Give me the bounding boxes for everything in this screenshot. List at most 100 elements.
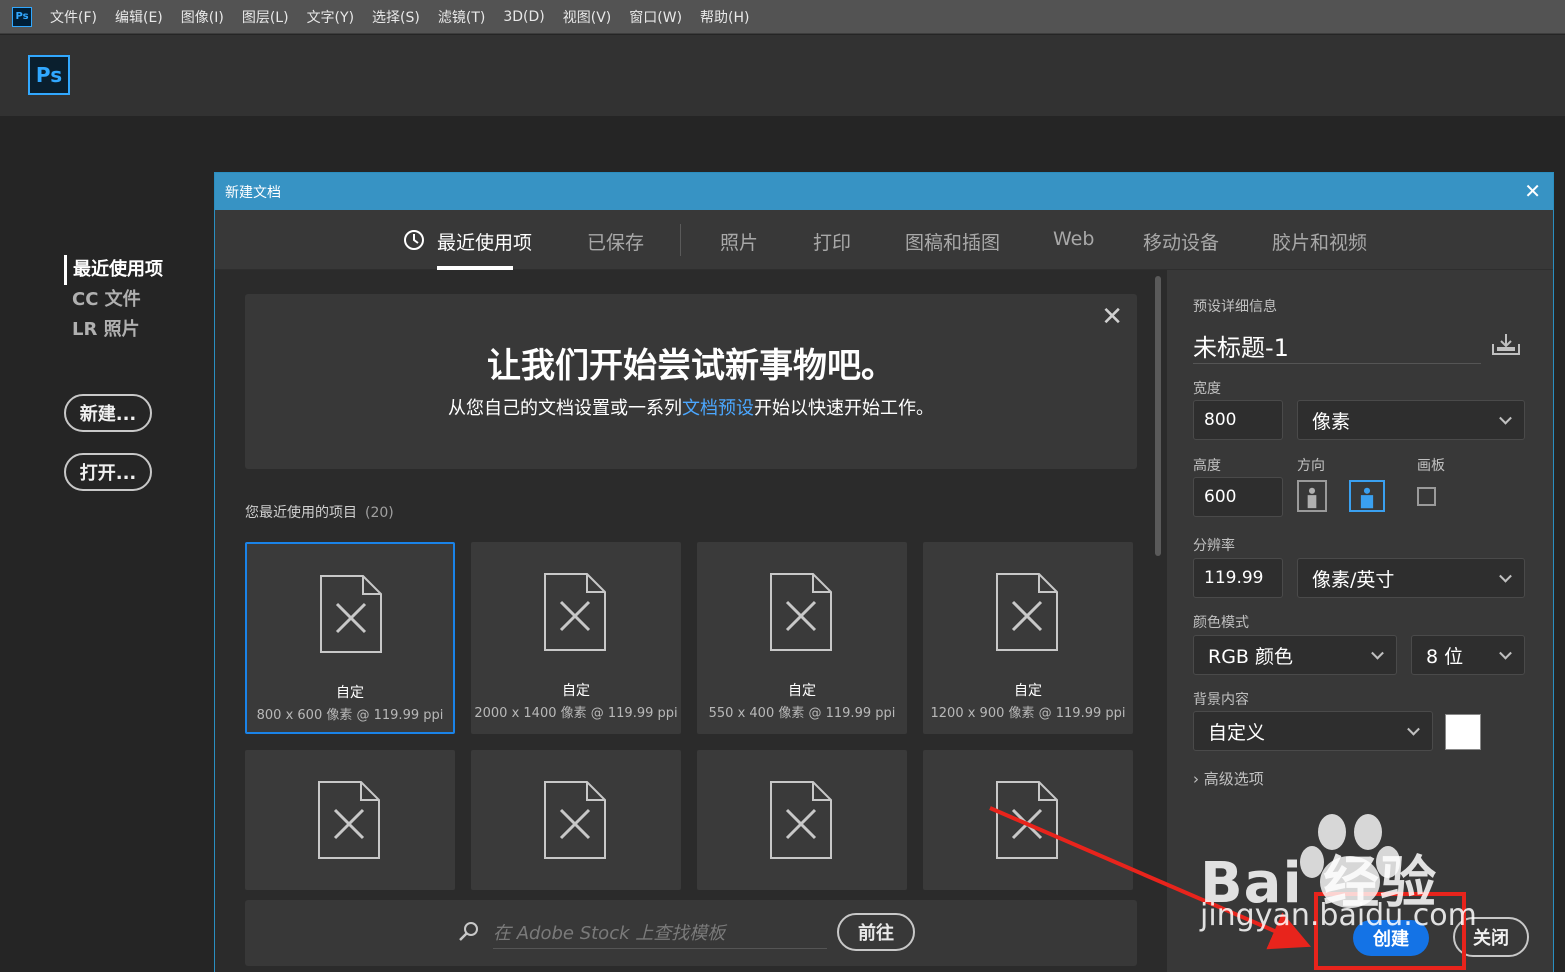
dialog-title: 新建文档 — [225, 185, 281, 201]
dialog-title-bar: 新建文档 ✕ — [215, 173, 1553, 210]
recent-heading: 您最近使用的项目 (20) — [245, 502, 394, 522]
bit-depth-value: 8 位 — [1426, 645, 1464, 668]
save-preset-icon[interactable] — [1491, 332, 1521, 356]
chevron-down-icon — [1407, 722, 1420, 736]
tab-photo[interactable]: 照片 — [720, 228, 758, 255]
menu-3d[interactable]: 3D(D) — [503, 9, 544, 25]
welcome-sub-after: 开始以快速开始工作。 — [754, 398, 934, 419]
tab-art-illustration[interactable]: 图稿和插图 — [905, 228, 1000, 255]
stock-go-button[interactable]: 前往 — [837, 913, 915, 951]
menu-image[interactable]: 图像(I) — [181, 7, 224, 27]
menu-help[interactable]: 帮助(H) — [700, 7, 749, 27]
background-color-swatch[interactable] — [1445, 714, 1481, 750]
presets-content: ✕ 让我们开始尝试新事物吧。 从您自己的文档设置或一系列文档预设开始以快速开始工… — [215, 270, 1167, 972]
preset-card[interactable] — [697, 750, 907, 890]
background-value: 自定义 — [1208, 721, 1266, 744]
width-input[interactable]: 800 — [1193, 400, 1283, 440]
height-input[interactable]: 600 — [1193, 477, 1283, 517]
preset-card[interactable] — [245, 750, 455, 890]
document-icon — [320, 575, 382, 653]
document-icon — [770, 573, 832, 651]
adobe-stock-search: 在 Adobe Stock 上查找模板 前往 — [245, 900, 1137, 966]
preset-card[interactable] — [471, 750, 681, 890]
resolution-label: 分辨率 — [1193, 538, 1235, 554]
menu-type[interactable]: 文字(Y) — [307, 7, 354, 27]
watermark-url: jingyan.baidu.com — [1200, 898, 1477, 933]
welcome-close-icon[interactable]: ✕ — [1101, 302, 1123, 332]
width-unit-select[interactable]: 像素 — [1297, 400, 1525, 440]
tab-mobile[interactable]: 移动设备 — [1143, 228, 1219, 255]
welcome-title: 让我们开始尝试新事物吧。 — [487, 346, 895, 386]
background-label: 背景内容 — [1193, 692, 1249, 708]
content-scrollbar[interactable] — [1155, 276, 1161, 556]
preset-card-size: 2000 x 1400 像素 @ 119.99 ppi — [474, 706, 678, 721]
photoshop-logo: Ps — [28, 55, 70, 95]
color-mode-select[interactable]: RGB 颜色 — [1193, 635, 1397, 675]
landscape-orientation-icon[interactable] — [1349, 480, 1385, 512]
preset-card[interactable]: 自定 1200 x 900 像素 @ 119.99 ppi — [923, 542, 1133, 734]
details-heading: 预设详细信息 — [1193, 299, 1277, 315]
width-label: 宽度 — [1193, 381, 1221, 397]
chevron-down-icon — [1499, 646, 1512, 660]
resolution-unit-value: 像素/英寸 — [1312, 568, 1395, 591]
color-mode-value: RGB 颜色 — [1208, 645, 1293, 668]
background-select[interactable]: 自定义 — [1193, 711, 1433, 751]
document-name-input[interactable]: 未标题-1 — [1193, 328, 1481, 364]
document-icon — [996, 781, 1058, 859]
preset-card[interactable]: 自定 800 x 600 像素 @ 119.99 ppi — [245, 542, 455, 734]
preset-card-size: 550 x 400 像素 @ 119.99 ppi — [708, 706, 896, 721]
document-icon — [996, 573, 1058, 651]
menu-select[interactable]: 选择(S) — [372, 7, 420, 27]
tab-web[interactable]: Web — [1053, 228, 1094, 250]
menu-view[interactable]: 视图(V) — [563, 7, 612, 27]
nav-cc-files[interactable]: CC 文件 — [64, 285, 163, 315]
tab-recent[interactable]: 最近使用项 — [437, 228, 532, 255]
tab-film-video[interactable]: 胶片和视频 — [1272, 228, 1367, 255]
artboard-label: 画板 — [1417, 458, 1445, 474]
preset-card[interactable]: 自定 550 x 400 像素 @ 119.99 ppi — [697, 542, 907, 734]
new-button[interactable]: 新建... — [64, 394, 152, 432]
bit-depth-select[interactable]: 8 位 — [1411, 635, 1525, 675]
orientation-label: 方向 — [1297, 458, 1325, 474]
document-presets-link[interactable]: 文档预设 — [682, 398, 754, 419]
menu-window[interactable]: 窗口(W) — [629, 7, 682, 27]
preset-card-size: 1200 x 900 像素 @ 119.99 ppi — [930, 706, 1126, 721]
tab-saved[interactable]: 已保存 — [587, 228, 644, 255]
welcome-banner: ✕ 让我们开始尝试新事物吧。 从您自己的文档设置或一系列文档预设开始以快速开始工… — [245, 294, 1137, 469]
artboard-checkbox[interactable] — [1417, 487, 1436, 506]
resolution-unit-select[interactable]: 像素/英寸 — [1297, 558, 1525, 598]
preset-tabs: 最近使用项 已保存 照片 打印 图稿和插图 Web 移动设备 胶片和视频 — [215, 210, 1553, 270]
preset-card-name: 自定 — [336, 685, 364, 701]
preset-card[interactable]: 自定 2000 x 1400 像素 @ 119.99 ppi — [471, 542, 681, 734]
preset-card[interactable] — [923, 750, 1133, 890]
chevron-down-icon — [1499, 569, 1512, 583]
menu-filter[interactable]: 滤镜(T) — [438, 7, 485, 27]
menu-bar: Ps 文件(F) 编辑(E) 图像(I) 图层(L) 文字(Y) 选择(S) 滤… — [0, 0, 1565, 34]
document-icon — [544, 573, 606, 651]
preset-card-name: 自定 — [1014, 683, 1042, 699]
portrait-orientation-icon[interactable] — [1297, 480, 1327, 512]
chevron-down-icon — [1371, 646, 1384, 660]
width-unit-value: 像素 — [1312, 410, 1351, 433]
advanced-options-label: 高级选项 — [1203, 770, 1264, 788]
start-nav: 最近使用项 CC 文件 LR 照片 — [64, 255, 163, 345]
menu-edit[interactable]: 编辑(E) — [115, 7, 163, 27]
tab-print[interactable]: 打印 — [813, 228, 851, 255]
menu-layer[interactable]: 图层(L) — [242, 7, 289, 27]
photoshop-app-icon[interactable]: Ps — [12, 6, 32, 27]
stock-search-input[interactable]: 在 Adobe Stock 上查找模板 — [493, 919, 827, 949]
preset-card-name: 自定 — [562, 683, 590, 699]
preset-card-name: 自定 — [788, 683, 816, 699]
menu-file[interactable]: 文件(F) — [50, 7, 97, 27]
open-button[interactable]: 打开... — [64, 453, 152, 491]
nav-lr-photos[interactable]: LR 照片 — [64, 315, 163, 345]
resolution-input[interactable]: 119.99 — [1193, 558, 1283, 598]
preset-card-size: 800 x 600 像素 @ 119.99 ppi — [256, 708, 444, 723]
dialog-close-icon[interactable]: ✕ — [1524, 179, 1541, 203]
chevron-down-icon — [1499, 411, 1512, 425]
color-mode-label: 颜色模式 — [1193, 615, 1249, 631]
advanced-options-toggle[interactable]: › 高级选项 — [1193, 768, 1264, 789]
app-header: Ps — [0, 35, 1565, 116]
nav-recent[interactable]: 最近使用项 — [64, 255, 163, 285]
document-icon — [318, 781, 380, 859]
